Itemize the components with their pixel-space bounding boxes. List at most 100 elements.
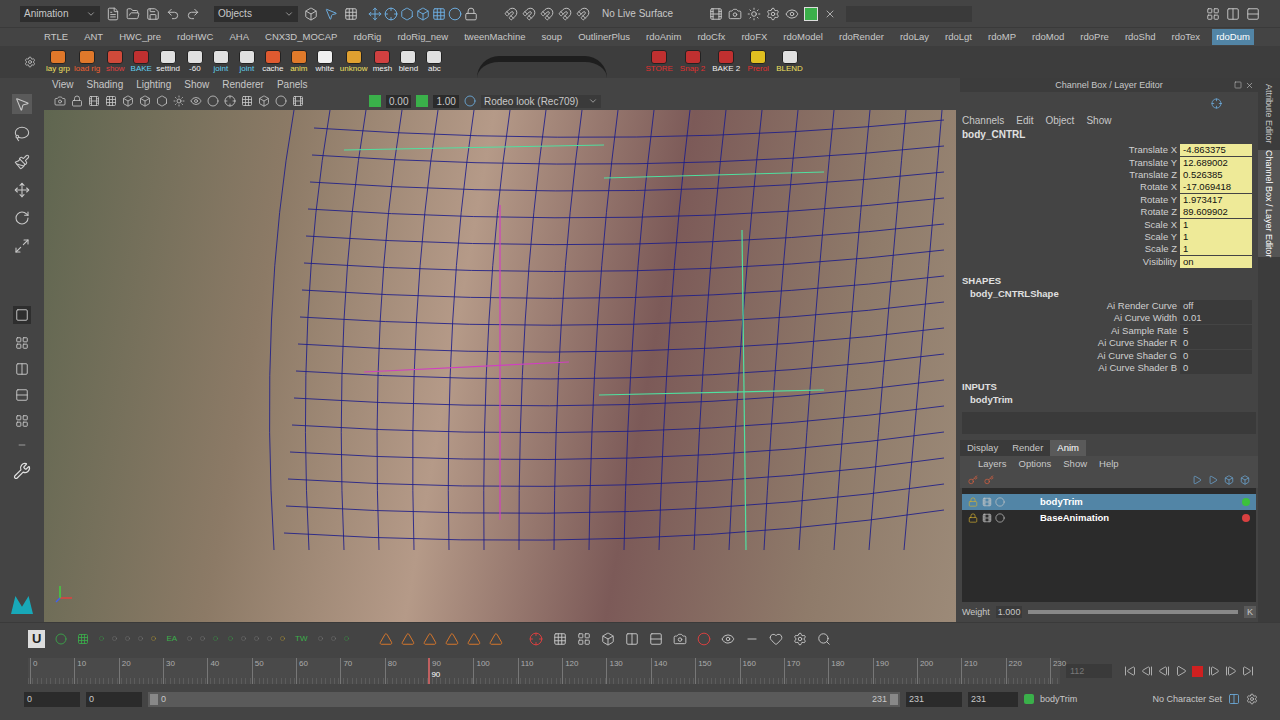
shelf-tab[interactable]: rdoRig [349,29,385,45]
channel-menu-item[interactable]: Show [1086,115,1111,127]
shelf-button[interactable]: BAKE [128,50,154,74]
shelf-button[interactable]: show [102,50,128,74]
exposure-field[interactable]: 0.00 [386,95,411,108]
ipr-icon[interactable] [747,7,761,21]
layer-key-icon[interactable] [984,475,994,485]
tween-dot-icon[interactable] [267,636,272,641]
separator-icon[interactable] [745,632,759,646]
render-settings-icon[interactable] [766,7,780,21]
shelf-tab[interactable]: rdoAnim [642,29,685,45]
view-icon[interactable] [721,632,735,646]
color-space-dropdown[interactable]: Rodeo look (Rec709) [481,95,601,108]
channel-value[interactable]: 0 [1180,350,1252,362]
curve-icon[interactable] [401,632,415,646]
close-icon[interactable] [824,8,836,20]
tween-dot-icon[interactable] [200,636,205,641]
single-view-icon[interactable] [15,308,29,322]
power-icon[interactable] [55,633,67,645]
favorite-icon[interactable] [769,632,783,646]
u-button[interactable]: U [28,630,45,648]
channel-row[interactable]: Ai Curve Shader G0 [960,349,1258,361]
channel-value[interactable]: off [1180,300,1252,312]
lock-icon[interactable] [71,95,83,107]
lights-icon[interactable] [173,95,185,107]
shape-name[interactable]: body_CNTRLShape [960,287,1258,300]
tween-dot-icon[interactable] [138,636,143,641]
viewport-menu-item[interactable]: View [52,79,74,91]
channel-row[interactable]: Translate Y12.689002 [960,156,1258,168]
panel-icon[interactable] [1206,7,1220,21]
select-tool-icon[interactable] [14,96,30,112]
shelf-button[interactable]: Prerol [745,50,771,74]
time-slider[interactable]: 0102030405060708090100110120130140150160… [28,658,1060,684]
shading-icon[interactable] [241,95,253,107]
layer-key-icon[interactable] [968,475,978,485]
shelf-button[interactable]: Snap 2 [678,50,707,74]
record-icon[interactable] [697,632,711,646]
rotate-tool-icon[interactable] [14,210,30,226]
camera-icon[interactable] [54,95,66,107]
layer-lock-icon[interactable] [968,513,978,523]
shelf-button[interactable]: load rig [72,50,102,74]
layer-ghost-icon[interactable] [982,497,992,507]
weight-field[interactable]: 1.000 [996,606,1023,618]
snap-point-icon[interactable] [540,7,554,21]
shelf-tab[interactable]: rdoModel [779,29,827,45]
next-key-icon[interactable] [1208,665,1220,677]
viewport-menu-item[interactable]: Renderer [222,79,264,91]
layer-move-icon[interactable] [1192,475,1202,485]
shelf-button[interactable]: unknow [338,50,370,74]
shelf-tab[interactable]: tweenMachine [460,29,529,45]
range-bar[interactable]: 0231 [148,692,900,707]
curve-icon[interactable] [423,632,437,646]
smooth-icon[interactable] [139,95,151,107]
close-icon[interactable] [1245,81,1254,90]
channel-row[interactable]: Scale X1 [960,218,1258,230]
tool-settings-icon[interactable] [13,462,31,480]
ao-icon[interactable] [258,95,270,107]
tween-dot-icon[interactable] [318,636,323,641]
viewport-menu-item[interactable]: Lighting [136,79,171,91]
channel-value[interactable]: 0 [1180,362,1252,374]
snap-curve-icon[interactable] [522,7,536,21]
channel-value[interactable]: -4.863375 [1180,144,1252,156]
shelf-tab[interactable]: CNX3D_MOCAP [261,29,341,45]
panel-icon[interactable] [1226,7,1240,21]
shelf-tab[interactable]: RTLE [40,29,72,45]
viewport-image[interactable] [44,110,956,622]
channel-row[interactable]: Visibilityon [960,256,1258,268]
shelf-tab[interactable]: rdoDum [1212,29,1254,45]
channel-row[interactable]: Translate Z0.526385 [960,169,1258,181]
redo-icon[interactable] [186,7,200,21]
layer-menu-item[interactable]: Show [1063,458,1087,470]
channel-menu-item[interactable]: Edit [1016,115,1033,127]
tween-dot-icon[interactable] [213,636,218,641]
snap-surface-icon[interactable] [558,7,572,21]
tween-dot-icon[interactable] [125,636,130,641]
start-field[interactable]: 0 [24,692,80,707]
dof-icon[interactable] [292,95,304,107]
object-name[interactable]: body_CNTRL [960,128,1258,142]
channel-value[interactable]: 1 [1180,243,1252,255]
shelf-tab[interactable]: rdoRender [835,29,888,45]
editor-icon[interactable] [625,632,639,646]
save-icon[interactable] [146,7,160,21]
aa-icon[interactable] [275,95,287,107]
frame-field[interactable]: 112 [1066,664,1112,678]
channel-row[interactable]: Rotate Z89.609902 [960,206,1258,218]
shelf-button[interactable]: anim [286,50,312,74]
live-surface-label[interactable]: No Live Surface [602,6,673,21]
gamma-toggle-icon[interactable] [416,95,428,107]
shelf-tab[interactable]: AHA [225,29,253,45]
wireframe-icon[interactable] [122,95,134,107]
layer-row[interactable]: bodyTrim [962,494,1256,510]
tween-dot-icon[interactable] [254,636,259,641]
shelf-tab[interactable]: rdoHWC [173,29,217,45]
layer-new-icon[interactable] [1240,475,1250,485]
prev-key-icon[interactable] [1158,665,1170,677]
shelf-tab[interactable]: rdoRig_new [393,29,452,45]
float-icon[interactable] [1234,81,1242,89]
layer-new-icon[interactable] [1224,475,1234,485]
shelf-tab[interactable]: rdoTex [1168,29,1205,45]
layer-ghost-icon[interactable] [982,513,992,523]
